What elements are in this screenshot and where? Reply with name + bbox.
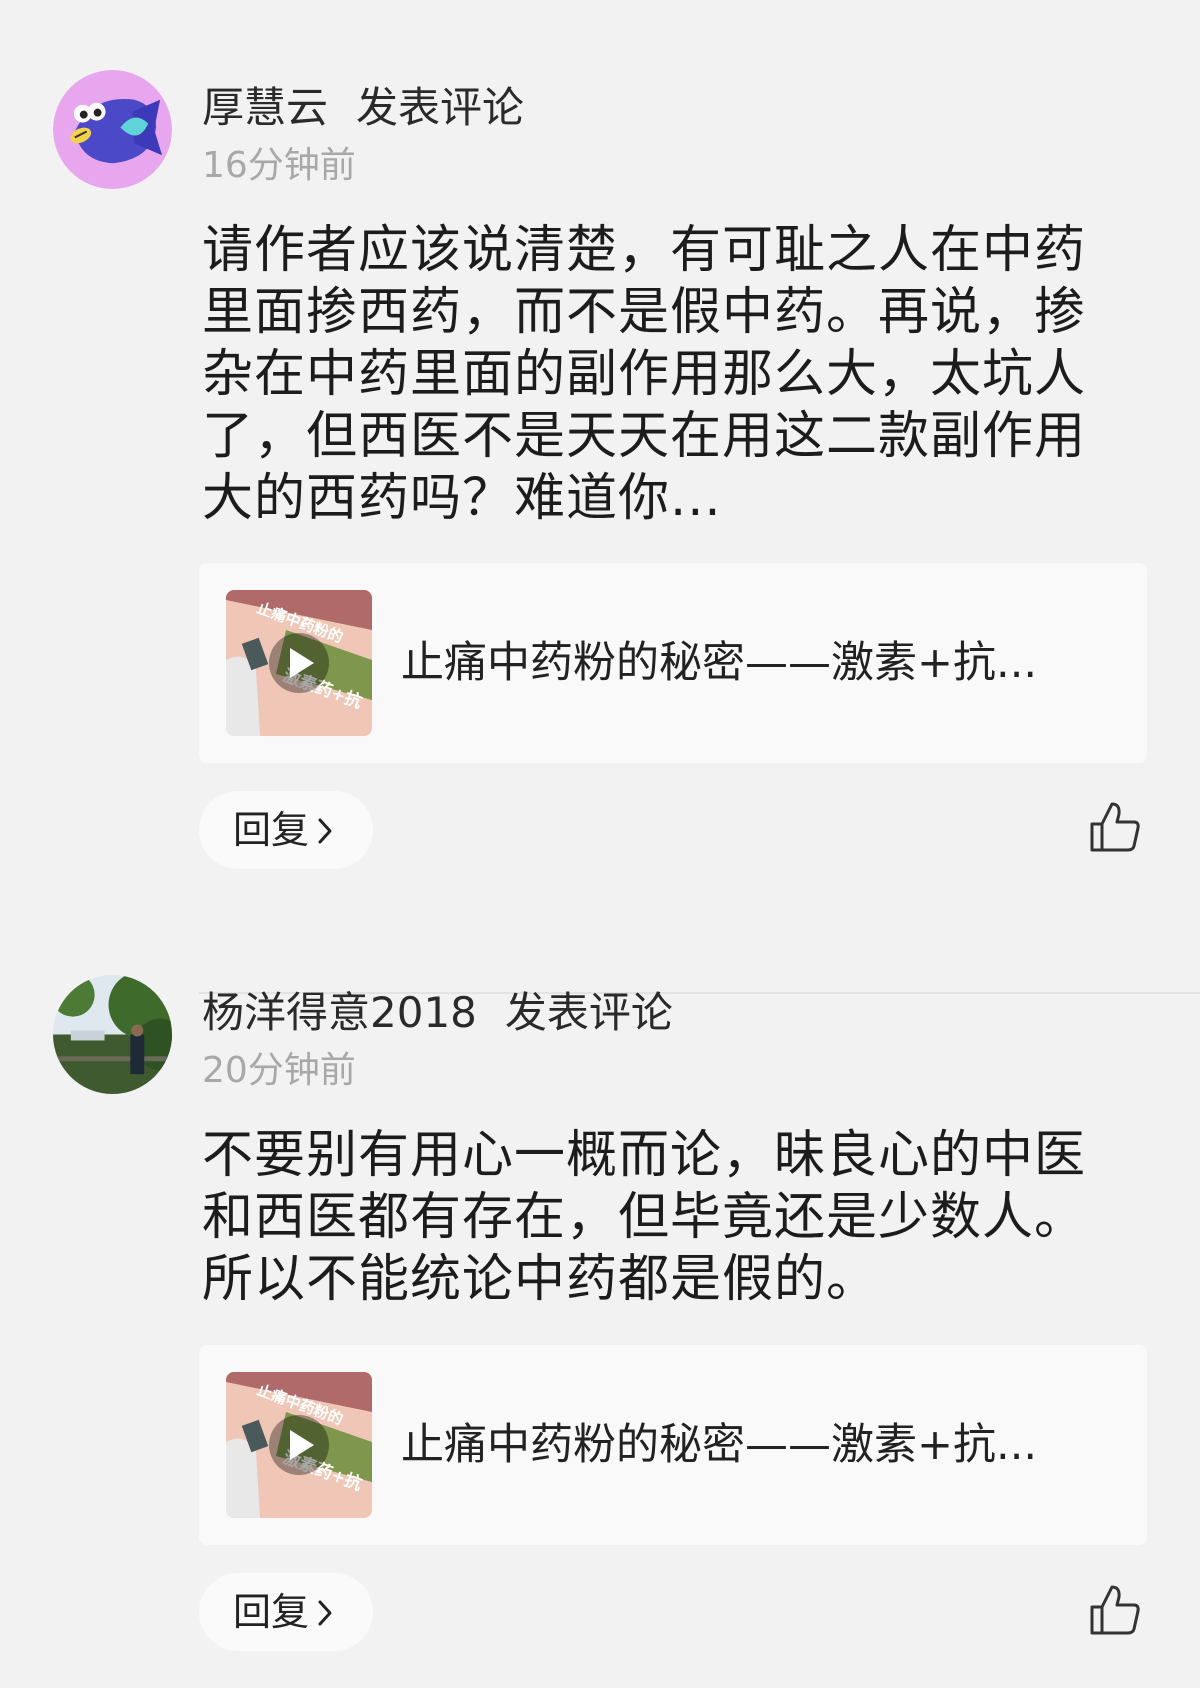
timestamp: 16分钟前 <box>202 145 356 186</box>
thumbs-up-icon[interactable] <box>1088 1583 1142 1637</box>
post-action: 发表评论 <box>504 988 673 1037</box>
avatar[interactable] <box>53 70 172 189</box>
card-title: 止痛中药粉的秘密——激素+抗... <box>401 638 1038 688</box>
chevron-right-icon <box>315 794 335 872</box>
avatar[interactable] <box>53 975 172 1094</box>
comment-text[interactable]: 请作者应该说清楚，有可耻之人在中药里面掺西药，而不是假中药。再说，掺杂在中药里面… <box>202 220 1102 530</box>
chevron-right-icon <box>315 1576 335 1654</box>
author-line: 厚慧云 发表评论 <box>202 80 524 136</box>
thumbs-up-icon[interactable] <box>1088 800 1142 854</box>
play-icon <box>269 633 329 693</box>
comment-feed: 厚慧云 发表评论 16分钟前 请作者应该说清楚，有可耻之人在中药里面掺西药，而不是… <box>0 0 1200 1688</box>
reply-label: 回复 <box>233 808 310 852</box>
video-thumbnail: 止痛中药粉的 激素药+抗 <box>226 590 372 736</box>
reply-label: 回复 <box>233 1590 310 1634</box>
reply-button[interactable]: 回复 <box>199 1573 373 1651</box>
reply-button[interactable]: 回复 <box>199 791 373 869</box>
card-title: 止痛中药粉的秘密——激素+抗... <box>401 1420 1038 1470</box>
play-icon <box>269 1415 329 1475</box>
post-action: 发表评论 <box>356 83 525 132</box>
video-thumbnail: 止痛中药粉的 激素药+抗 <box>226 1372 372 1518</box>
timestamp: 20分钟前 <box>202 1050 356 1091</box>
author-name[interactable]: 杨洋得意2018 <box>202 988 477 1037</box>
article-card[interactable]: 止痛中药粉的 激素药+抗 止痛中药粉的秘密——激素+抗... <box>199 1345 1147 1545</box>
author-line: 杨洋得意2018 发表评论 <box>202 985 673 1041</box>
comment-text[interactable]: 不要别有用心一概而论，昧良心的中医和西医都有存在，但毕竟还是少数人。所以不能统论… <box>202 1125 1102 1311</box>
author-name[interactable]: 厚慧云 <box>202 83 328 132</box>
article-card[interactable]: 止痛中药粉的 激素药+抗 止痛中药粉的秘密——激素+抗... <box>199 563 1147 763</box>
